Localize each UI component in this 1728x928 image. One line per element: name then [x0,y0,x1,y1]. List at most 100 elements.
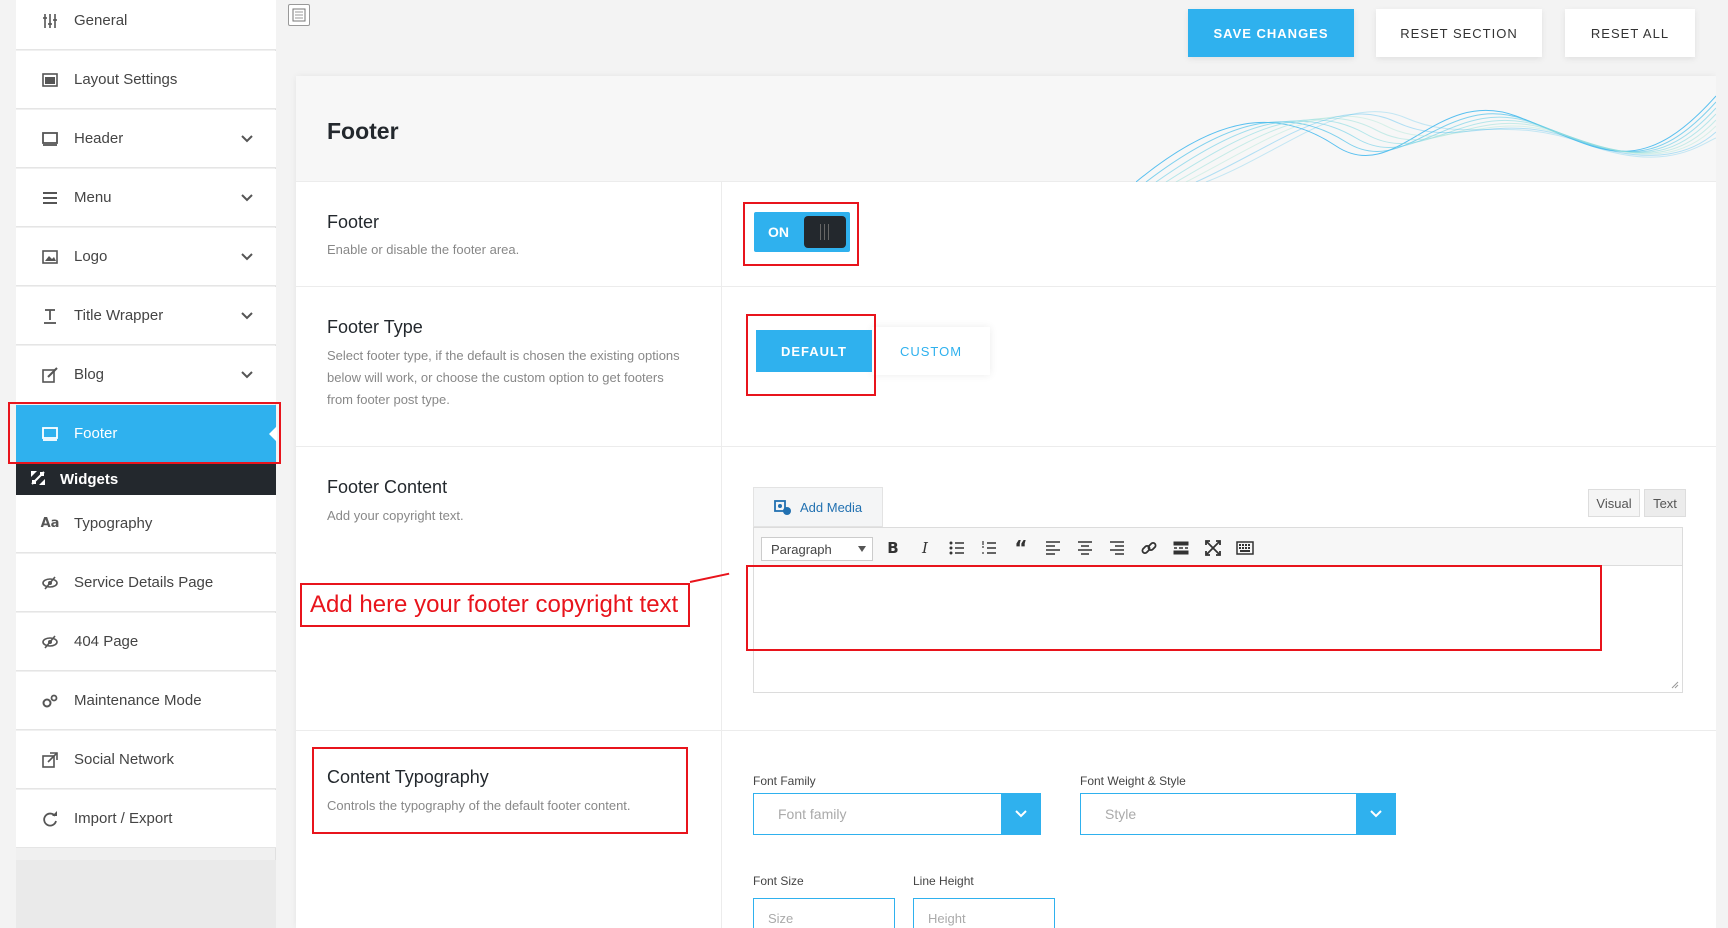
footer-type-row: Footer Type Select footer type, if the d… [296,287,1716,447]
decorative-wave [1136,95,1716,182]
fullscreen-icon[interactable] [1202,537,1224,559]
menu-icon [40,188,60,208]
typography-icon: Aa [40,516,60,531]
row-label-area: Footer Type Select footer type, if the d… [296,287,722,446]
save-changes-button[interactable]: SAVE CHANGES [1188,9,1354,57]
sidebar-item-label: Social Network [74,751,175,768]
row-title: Footer [327,212,380,232]
sidebar-item-social-network[interactable]: Social Network [16,731,276,789]
sidebar-item-maintenance-mode[interactable]: Maintenance Mode [16,672,276,730]
cogs-icon [40,691,60,711]
blockquote-icon[interactable]: “ [1010,536,1032,560]
font-family-select[interactable]: Font family [753,793,1041,835]
toolbar-toggle-icon[interactable] [1234,537,1256,559]
refresh-icon [40,809,60,829]
sidebar-item-label: 404 Page [74,633,139,650]
font-weight-label: Font Weight & Style [1080,774,1186,788]
chevron-down-icon [241,252,253,260]
content-typography-row: Content Typography Controls the typograp… [296,731,1716,928]
row-description: Select footer type, if the default is ch… [327,348,680,407]
text-icon [40,306,60,326]
sidebar-item-label: Maintenance Mode [74,692,202,709]
page-title: Footer [327,118,399,144]
add-media-label: Add Media [800,499,863,515]
footer-content-row: Footer Content Add your copyright text. … [296,447,1716,731]
sidebar-item-general[interactable]: General [16,0,276,50]
panel-toggle-icon[interactable] [288,4,310,26]
sidebar-subitem-widgets[interactable]: Widgets [16,463,276,495]
sidebar-item-header[interactable]: Header [16,110,276,168]
sidebar: General Layout Settings Header Menu Logo… [16,0,277,928]
paragraph-format-select[interactable]: Paragraph [761,537,873,561]
annotation-callout: Add here your footer copyright text [300,583,690,627]
options-panel-page: General Layout Settings Header Menu Logo… [0,0,1728,928]
align-right-icon[interactable] [1106,537,1128,559]
add-media-button[interactable]: Add Media [753,487,883,527]
media-icon [774,498,792,516]
numbered-list-icon[interactable] [978,537,1000,559]
sidebar-item-menu[interactable]: Menu [16,169,276,227]
chevron-down-icon [241,311,253,319]
row-title: Footer Type [327,317,423,337]
chevron-down-icon [1356,793,1396,835]
chevron-down-icon [241,134,253,142]
annotation-box-toggle [743,202,859,266]
sidebar-item-logo[interactable]: Logo [16,228,276,286]
italic-icon[interactable]: I [914,537,936,559]
eye-slash-icon [40,573,60,593]
bullet-list-icon[interactable] [946,537,968,559]
font-family-label: Font Family [753,774,816,788]
align-center-icon[interactable] [1074,537,1096,559]
font-weight-placeholder: Style [1105,806,1137,822]
bold-icon[interactable]: B [882,537,904,559]
font-size-label: Font Size [753,874,804,888]
footer-toggle-row: Footer Enable or disable the footer area… [296,182,1716,287]
section-header: Footer [296,76,1716,182]
sidebar-item-title-wrapper[interactable]: Title Wrapper [16,287,276,345]
footer-type-custom-button[interactable]: CUSTOM [872,327,990,375]
caret-down-icon [858,546,866,552]
sidebar-item-label: Layout Settings [74,71,178,88]
annotation-box-footer-type [746,314,876,396]
layout-icon [40,70,60,90]
chevron-down-icon [241,370,253,378]
image-icon [40,247,60,267]
tab-text[interactable]: Text [1644,489,1686,517]
reset-all-button[interactable]: RESET ALL [1565,9,1695,57]
monitor-icon [40,129,60,149]
sidebar-item-label: Header [74,130,124,147]
sidebar-item-label: Typography [74,515,153,532]
annotation-box-sidebar-footer [8,402,281,464]
align-left-icon[interactable] [1042,537,1064,559]
chevron-down-icon [1001,793,1041,835]
sidebar-item-label: Blog [74,366,105,383]
editor-toolbar: Paragraph B I “ [754,528,1682,566]
row-label-area: Footer Enable or disable the footer area… [296,182,722,286]
reset-section-button[interactable]: RESET SECTION [1376,9,1542,57]
sidebar-item-label: General [74,12,128,29]
sidebar-subitem-label: Widgets [60,470,119,488]
scrollbar-track[interactable] [1716,0,1728,928]
sidebar-item-404-page[interactable]: 404 Page [16,613,276,671]
sidebar-item-label: Import / Export [74,810,173,827]
row-description: Add your copyright text. [327,508,464,523]
resize-handle-icon[interactable] [1671,681,1679,689]
annotation-box-editor [746,565,1602,651]
sidebar-item-label: Logo [74,248,108,265]
read-more-icon[interactable] [1170,537,1192,559]
sidebar-item-layout-settings[interactable]: Layout Settings [16,51,276,109]
edit-icon [40,365,60,385]
line-height-input[interactable]: Height [913,898,1055,928]
row-title: Footer Content [327,477,448,497]
sidebar-item-blog[interactable]: Blog [16,346,276,404]
sidebar-item-service-details-page[interactable]: Service Details Page [16,554,276,612]
tab-visual[interactable]: Visual [1588,489,1640,517]
link-icon[interactable] [1138,537,1160,559]
widgets-icon [30,470,48,488]
share-icon [40,750,60,770]
font-weight-select[interactable]: Style [1080,793,1396,835]
sidebar-item-typography[interactable]: Aa Typography [16,495,276,553]
font-size-input[interactable]: Size [753,898,895,928]
sidebar-item-import-export[interactable]: Import / Export [16,790,276,848]
format-select-value: Paragraph [771,541,832,557]
